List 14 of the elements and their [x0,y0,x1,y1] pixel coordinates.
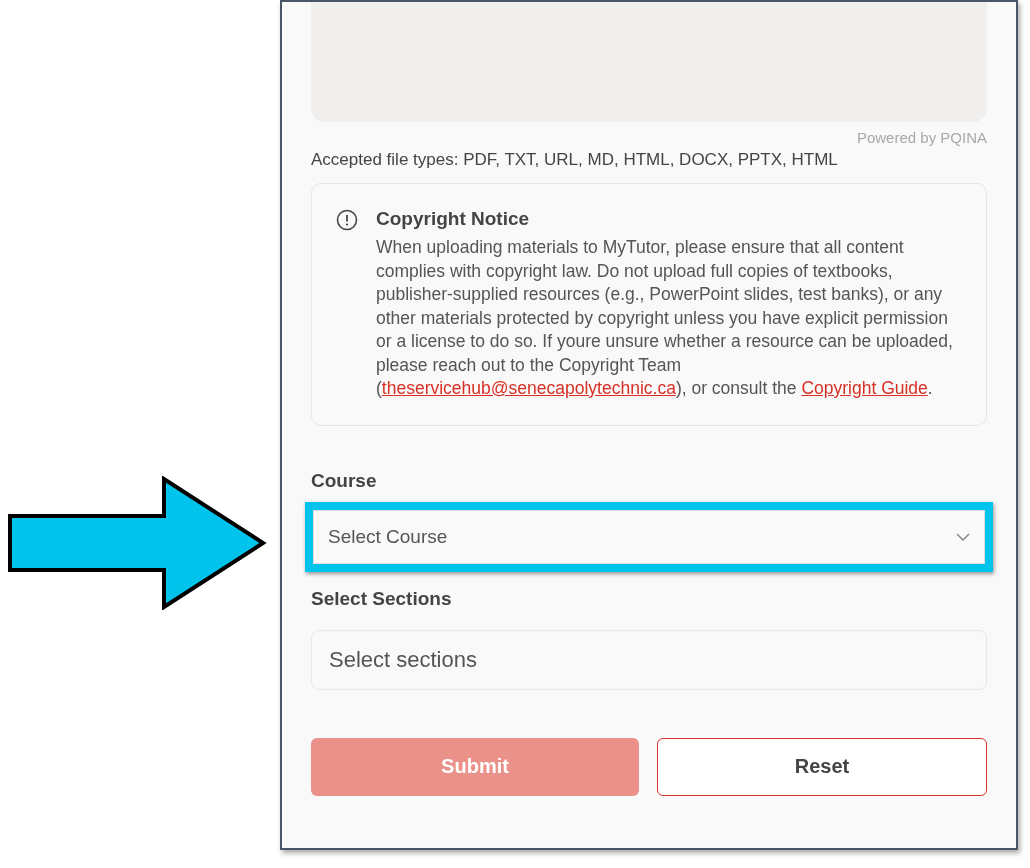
notice-title: Copyright Notice [376,208,531,230]
notice-text: When uploading materials to MyTutor, please ensure that all content complies with copyright law. Do not upload full copies of textbooks, publisher-supplied resources (e.g., PowerPoint slides, test banks), or any other materials protected by copyright unless you have explicit permission or a license to do so. If youre unsure whether a resource can be uploaded, please reach out to the Copyright Team (theservicehub@senecapolytechnic.ca), or consult the Copyright Guide. [376,236,954,400]
reset-button[interactable]: Reset [657,737,987,796]
course-dropdown[interactable]: Select Course [313,509,985,564]
accepted-types-text: Accepted file types: PDF, TXT, URL, MD, HTML, DOCX, PPTX, HTML [311,150,839,170]
sections-field[interactable]: Select sections [311,629,987,690]
field-label: Course [311,469,378,492]
email-link[interactable]: theservicehub@senecapolytechnic.ca [381,378,676,398]
chevron-down-icon [956,532,970,541]
powered-by-text: Powered by PQINA [855,129,987,147]
field-label: Select Sections [311,587,453,610]
exclamation-icon [336,209,358,231]
file-dropzone[interactable] [311,2,987,122]
guide-link[interactable]: Copyright Guide [801,378,928,398]
